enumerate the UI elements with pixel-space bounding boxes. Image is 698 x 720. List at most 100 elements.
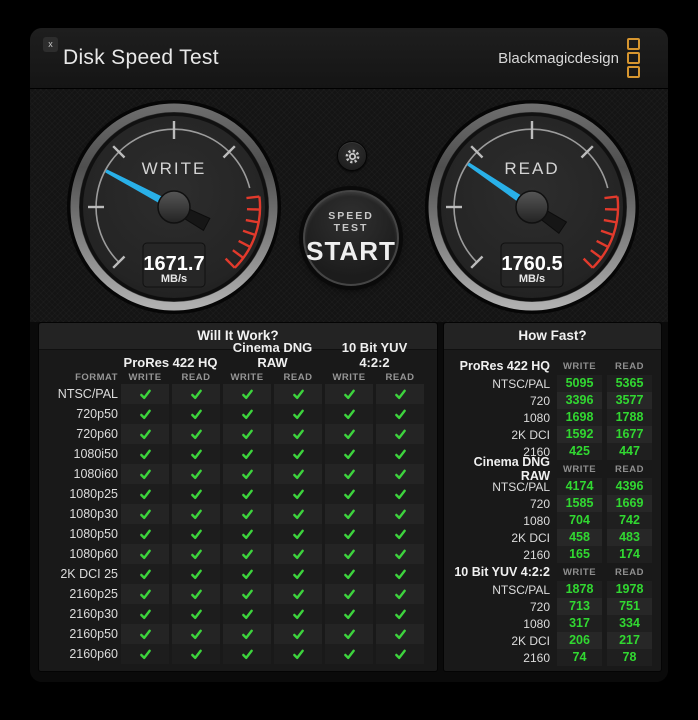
- check-cell: [121, 604, 169, 624]
- read-column-header: READ: [607, 567, 652, 578]
- check-cell: [121, 464, 169, 484]
- resolution-label: 2K DCI: [452, 428, 550, 442]
- format-label: 2160p60: [47, 647, 118, 661]
- check-cell: [325, 624, 373, 644]
- gauge-hub: [516, 191, 548, 223]
- settings-button[interactable]: [337, 141, 367, 171]
- check-cell: [223, 624, 271, 644]
- write-speed-value: 206: [557, 632, 602, 649]
- check-icon: [343, 588, 356, 601]
- resolution-label: 720: [452, 394, 550, 408]
- resolution-label: 1080: [452, 411, 550, 425]
- read-speed-value: 447: [607, 443, 652, 460]
- codec-group-headers: ProRes 422 HQ Cinema DNG RAW 10 Bit YUV …: [39, 350, 437, 370]
- check-cell: [376, 464, 424, 484]
- read-column-header: READ: [376, 372, 424, 383]
- format-label: 1080p30: [47, 507, 118, 521]
- gauge-unit: MB/s: [161, 273, 187, 285]
- check-cell: [274, 484, 322, 504]
- check-icon: [394, 628, 407, 641]
- check-cell: [274, 624, 322, 644]
- check-icon: [394, 428, 407, 441]
- check-icon: [343, 468, 356, 481]
- check-icon: [343, 448, 356, 461]
- brand-text: Blackmagicdesign: [498, 50, 619, 67]
- check-cell: [223, 464, 271, 484]
- check-icon: [241, 608, 254, 621]
- speed-section: 10 Bit YUV 4:2:2WRITEREADNTSC/PAL1878197…: [444, 563, 661, 666]
- speed-row: 720713751: [444, 598, 661, 615]
- read-column-header: READ: [172, 372, 220, 383]
- check-icon: [343, 408, 356, 421]
- check-icon: [190, 588, 203, 601]
- close-button[interactable]: x: [43, 37, 58, 52]
- read-speed-value: 1669: [607, 495, 652, 512]
- gauge-hub: [158, 191, 190, 223]
- check-cell: [325, 464, 373, 484]
- read-gauge: READ 1760.5 MB/s: [425, 100, 639, 314]
- brand: Blackmagicdesign: [498, 38, 640, 78]
- speed-row: 2K DCI15921677: [444, 426, 661, 443]
- resolution-label: 2160: [452, 651, 550, 665]
- start-button-label: START: [306, 236, 396, 267]
- check-cell: [223, 424, 271, 444]
- format-row: 1080i50: [39, 444, 437, 464]
- format-label: NTSC/PAL: [47, 387, 118, 401]
- check-icon: [190, 408, 203, 421]
- read-speed-value: 174: [607, 546, 652, 563]
- write-speed-value: 704: [557, 512, 602, 529]
- check-icon: [190, 548, 203, 561]
- check-cell: [376, 604, 424, 624]
- check-cell: [325, 544, 373, 564]
- group-header-cinemadng: Cinema DNG RAW: [223, 340, 322, 370]
- read-speed-value: 334: [607, 615, 652, 632]
- speed-row: NTSC/PAL41744396: [444, 478, 661, 495]
- check-icon: [190, 388, 203, 401]
- check-icon: [190, 508, 203, 521]
- format-column-header: FORMAT: [47, 372, 118, 383]
- check-cell: [376, 584, 424, 604]
- check-cell: [121, 564, 169, 584]
- check-icon: [241, 648, 254, 661]
- check-icon: [343, 508, 356, 521]
- check-cell: [223, 404, 271, 424]
- write-speed-value: 317: [557, 615, 602, 632]
- check-icon: [292, 648, 305, 661]
- check-icon: [292, 568, 305, 581]
- check-cell: [172, 404, 220, 424]
- check-cell: [274, 544, 322, 564]
- group-header-yuv: 10 Bit YUV 4:2:2: [325, 340, 424, 370]
- check-cell: [325, 404, 373, 424]
- check-cell: [223, 484, 271, 504]
- check-cell: [274, 404, 322, 424]
- check-icon: [139, 588, 152, 601]
- check-icon: [343, 388, 356, 401]
- check-cell: [223, 444, 271, 464]
- check-cell: [172, 564, 220, 584]
- titlebar: x Disk Speed Test Blackmagicdesign: [30, 28, 668, 89]
- check-icon: [241, 448, 254, 461]
- check-icon: [343, 428, 356, 441]
- check-icon: [139, 548, 152, 561]
- check-cell: [172, 584, 220, 604]
- check-cell: [121, 584, 169, 604]
- how-fast-title: How Fast?: [444, 323, 661, 350]
- check-cell: [274, 504, 322, 524]
- check-icon: [292, 428, 305, 441]
- check-cell: [376, 644, 424, 664]
- check-icon: [190, 648, 203, 661]
- resolution-label: 1080: [452, 617, 550, 631]
- check-icon: [394, 568, 407, 581]
- check-cell: [274, 584, 322, 604]
- check-icon: [139, 528, 152, 541]
- app-window: x Disk Speed Test Blackmagicdesign: [30, 28, 668, 682]
- write-speed-value: 5095: [557, 375, 602, 392]
- resolution-label: NTSC/PAL: [452, 583, 550, 597]
- start-button[interactable]: SPEED TEST START: [303, 190, 399, 286]
- speed-sections: ProRes 422 HQWRITEREADNTSC/PAL5095536572…: [444, 350, 661, 666]
- check-icon: [139, 448, 152, 461]
- check-cell: [172, 424, 220, 444]
- check-cell: [172, 644, 220, 664]
- read-speed-value: 78: [607, 649, 652, 666]
- check-cell: [172, 604, 220, 624]
